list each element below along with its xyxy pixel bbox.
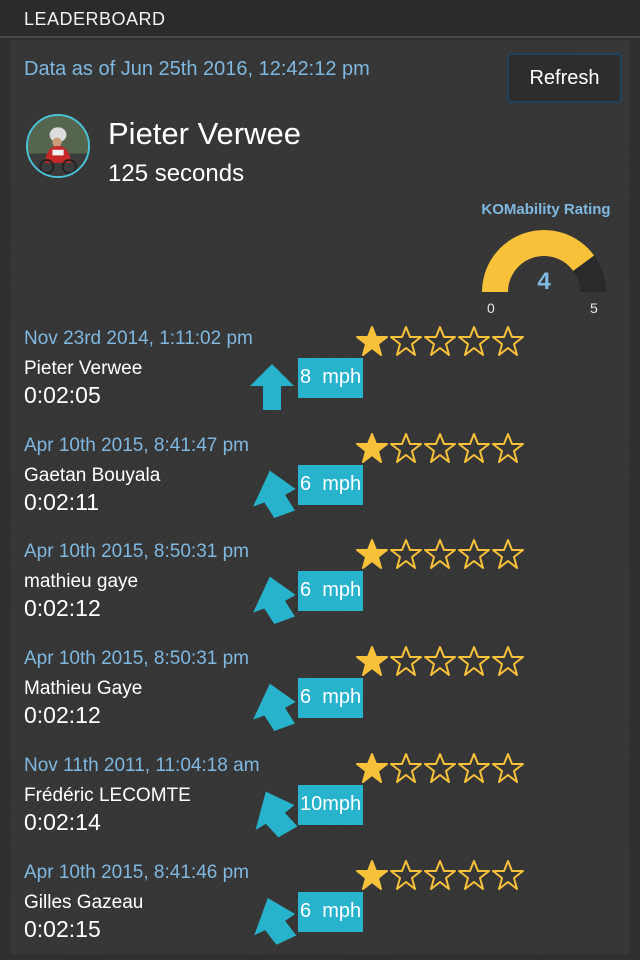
wind-speed: 8 mph xyxy=(298,358,364,398)
list-item[interactable]: Apr 10th 2015, 8:41:46 pm Gilles Gazeau … xyxy=(0,860,640,960)
entry-date: Apr 10th 2015, 8:50:31 pm xyxy=(24,648,249,669)
athlete-time: 125 seconds xyxy=(108,160,245,187)
star-icon xyxy=(424,753,456,783)
star-icon xyxy=(458,326,490,356)
list-item[interactable]: Apr 10th 2015, 8:50:31 pm Mathieu Gaye 0… xyxy=(0,646,640,748)
star-icon xyxy=(492,433,524,463)
star-icon xyxy=(492,753,524,783)
star-rating xyxy=(354,644,530,680)
star-icon xyxy=(356,326,388,356)
komability-gauge: 4 xyxy=(482,230,606,295)
star-icon xyxy=(424,326,456,356)
entry-date: Nov 11th 2011, 11:04:18 am xyxy=(24,755,260,776)
komability-rating-title: KOMability Rating xyxy=(481,201,611,218)
star-icon xyxy=(458,539,490,569)
star-icon xyxy=(390,326,422,356)
wind-speed: 6 mph xyxy=(298,678,364,718)
entry-athlete-name: Frédéric LECOMTE xyxy=(24,785,191,806)
entry-date: Nov 23rd 2014, 1:11:02 pm xyxy=(24,328,253,349)
star-rating xyxy=(354,751,530,787)
star-icon xyxy=(424,860,456,890)
wind-arrow-icon xyxy=(254,898,297,945)
page-title: LEADERBOARD xyxy=(24,9,166,29)
entry-athlete-name: mathieu gaye xyxy=(24,571,139,592)
gauge-min-label: 0 xyxy=(487,300,495,316)
star-icon xyxy=(356,753,388,783)
star-rating xyxy=(354,431,530,467)
wind-arrow-icon xyxy=(253,683,296,732)
entry-time: 0:02:15 xyxy=(24,916,101,942)
star-icon xyxy=(356,860,388,890)
star-icon xyxy=(424,433,456,463)
entry-time: 0:02:12 xyxy=(24,595,101,621)
entry-date: Apr 10th 2015, 8:50:31 pm xyxy=(24,541,249,562)
wind-arrow-icon xyxy=(255,791,298,838)
athlete-name: Pieter Verwee xyxy=(108,116,301,151)
wind-speed: 6 mph xyxy=(298,571,364,611)
gauge-value: 4 xyxy=(537,268,551,295)
entry-athlete-name: Gaetan Bouyala xyxy=(24,465,161,486)
star-icon xyxy=(390,539,422,569)
star-icon xyxy=(424,539,456,569)
star-icon xyxy=(492,646,524,676)
entry-athlete-name: Pieter Verwee xyxy=(24,358,143,379)
star-icon xyxy=(492,326,524,356)
star-icon xyxy=(492,860,524,890)
data-timestamp: Data as of Jun 25th 2016, 12:42:12 pm xyxy=(24,58,370,80)
entry-date: Apr 10th 2015, 8:41:46 pm xyxy=(24,862,249,883)
wind-arrow-icon xyxy=(250,364,294,410)
wind-speed: 6 mph xyxy=(298,892,364,932)
list-item[interactable]: Nov 23rd 2014, 1:11:02 pm Pieter Verwee … xyxy=(0,326,640,428)
entry-date: Apr 10th 2015, 8:41:47 pm xyxy=(24,435,249,456)
star-icon xyxy=(458,646,490,676)
wind-speed: 10mph xyxy=(298,785,364,825)
avatar[interactable] xyxy=(26,114,90,178)
wind-arrow-icon xyxy=(253,470,296,519)
list-item[interactable]: Nov 11th 2011, 11:04:18 am Frédéric LECO… xyxy=(0,753,640,855)
star-icon xyxy=(356,433,388,463)
star-icon xyxy=(492,539,524,569)
list-item[interactable]: Apr 10th 2015, 8:50:31 pm mathieu gaye 0… xyxy=(0,539,640,641)
avatar-image xyxy=(28,116,88,176)
list-item[interactable]: Apr 10th 2015, 8:41:47 pm Gaetan Bouyala… xyxy=(0,433,640,535)
star-icon xyxy=(390,753,422,783)
entry-time: 0:02:11 xyxy=(24,489,100,515)
star-icon xyxy=(458,860,490,890)
gauge-max-label: 5 xyxy=(590,300,598,316)
entry-athlete-name: Gilles Gazeau xyxy=(24,892,144,913)
star-icon xyxy=(390,860,422,890)
refresh-button[interactable]: Refresh xyxy=(507,53,622,103)
entry-time: 0:02:12 xyxy=(24,702,101,728)
entry-athlete-name: Mathieu Gaye xyxy=(24,678,143,699)
star-rating xyxy=(354,537,530,573)
entry-time: 0:02:14 xyxy=(24,809,101,835)
star-icon xyxy=(458,753,490,783)
entry-time: 0:02:05 xyxy=(24,382,101,408)
star-icon xyxy=(356,646,388,676)
star-icon xyxy=(458,433,490,463)
wind-arrow-icon xyxy=(253,576,296,625)
star-icon xyxy=(356,539,388,569)
star-rating xyxy=(354,324,530,360)
app-header: LEADERBOARD xyxy=(0,0,640,38)
star-icon xyxy=(390,433,422,463)
wind-speed: 6 mph xyxy=(298,465,364,505)
star-rating xyxy=(354,858,530,894)
star-icon xyxy=(390,646,422,676)
star-icon xyxy=(424,646,456,676)
